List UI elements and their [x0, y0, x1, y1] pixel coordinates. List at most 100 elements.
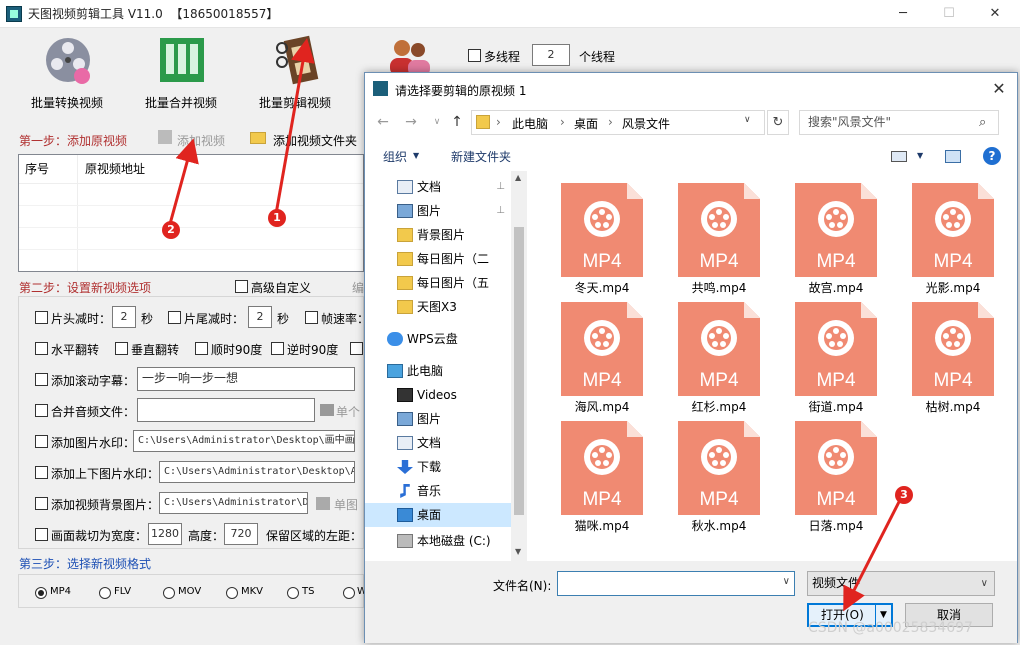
batch-cut-button[interactable]: 批量剪辑视频 — [240, 34, 350, 112]
file-item[interactable]: MP4 光影.mp4 — [898, 175, 1008, 295]
video-list-table[interactable]: 序号 原视频地址 — [18, 154, 364, 272]
filename-dropdown-icon[interactable]: ∨ — [783, 576, 790, 587]
nav-item[interactable]: 每日图片（二 — [365, 247, 511, 271]
image-watermark-path[interactable]: C:\Users\Administrator\Desktop\画中画 — [133, 430, 355, 452]
close-button[interactable]: ✕ — [972, 0, 1018, 28]
crop-checkbox[interactable] — [35, 528, 48, 541]
nav-scroll-thumb[interactable] — [514, 227, 524, 515]
merge-audio-checkbox[interactable] — [35, 404, 48, 417]
search-input[interactable]: 搜索"风景文件" — [799, 110, 999, 135]
file-item[interactable]: MP4 故宫.mp4 — [781, 175, 891, 295]
thread-count-input[interactable]: 2 — [532, 44, 570, 66]
nav-item-label: 音乐 — [417, 484, 442, 498]
nav-item[interactable]: 图片 — [365, 407, 511, 431]
nav-item[interactable]: 图片 ⊥ — [365, 199, 511, 223]
nav-item[interactable]: 背景图片 — [365, 223, 511, 247]
nav-item[interactable]: 每日图片（五 — [365, 271, 511, 295]
format-radio-ts[interactable] — [287, 587, 299, 599]
help-icon[interactable]: ? — [983, 147, 1001, 165]
nav-item[interactable]: 此电脑 — [365, 359, 511, 383]
nav-item[interactable]: WPS云盘 — [365, 327, 511, 351]
file-item[interactable]: MP4 枯树.mp4 — [898, 294, 1008, 414]
bg-image-checkbox[interactable] — [35, 497, 48, 510]
edit-button[interactable]: 编 — [352, 279, 364, 296]
forward-arrow-icon[interactable]: → — [401, 112, 421, 132]
nav-item[interactable]: 本地磁盘 (C:) — [365, 529, 511, 553]
file-item[interactable]: MP4 秋水.mp4 — [664, 413, 774, 533]
mp4-badge-text: MP4 — [699, 489, 739, 510]
head-cut-input[interactable]: 2 — [112, 306, 136, 328]
nav-item[interactable]: 文档 ⊥ — [365, 175, 511, 199]
frame-rate-checkbox[interactable] — [305, 311, 318, 324]
advanced-checkbox[interactable] — [235, 280, 248, 293]
scroll-up-icon[interactable]: ▲ — [515, 173, 521, 182]
breadcrumb-item[interactable]: 风景文件 — [622, 115, 670, 132]
format-radio-mkv[interactable] — [226, 587, 238, 599]
multithread-checkbox[interactable] — [468, 49, 481, 62]
nav-item[interactable]: 桌面 — [365, 503, 511, 527]
format-radio-flv[interactable] — [99, 587, 111, 599]
batch-convert-button[interactable]: 批量转换视频 — [12, 34, 122, 112]
format-radio-w[interactable] — [343, 587, 355, 599]
nav-item[interactable]: 下载 — [365, 455, 511, 479]
file-item[interactable]: MP4 猫咪.mp4 — [547, 413, 657, 533]
add-folder-button[interactable]: 添加视频文件夹 — [273, 132, 357, 149]
minimize-button[interactable]: ─ — [880, 0, 926, 28]
file-item[interactable]: MP4 街道.mp4 — [781, 294, 891, 414]
file-item[interactable]: MP4 日落.mp4 — [781, 413, 891, 533]
crop-height-input[interactable]: 720 — [224, 523, 258, 545]
scroll-down-icon[interactable]: ▼ — [515, 547, 521, 556]
organize-button[interactable]: 组织 — [383, 148, 407, 165]
file-item[interactable]: MP4 红杉.mp4 — [664, 294, 774, 414]
scroll-subtitle-checkbox[interactable] — [35, 373, 48, 386]
breadcrumb-item[interactable]: 桌面 — [574, 115, 598, 132]
add-video-button[interactable]: 添加视频 — [177, 132, 225, 149]
format-radio-mov[interactable] — [163, 587, 175, 599]
refresh-icon[interactable]: ↻ — [767, 110, 789, 135]
breadcrumb-item[interactable]: 此电脑 — [512, 115, 548, 132]
tail-cut-input[interactable]: 2 — [248, 306, 272, 328]
address-dropdown-icon[interactable]: ∨ — [744, 115, 751, 125]
maximize-button[interactable]: ☐ — [926, 0, 972, 28]
nav-scrollbar[interactable]: ▲ ▼ — [511, 171, 527, 561]
dialog-close-button[interactable]: ✕ — [987, 78, 1011, 100]
ccw90-checkbox[interactable] — [271, 342, 284, 355]
batch-merge-button[interactable]: 批量合并视频 — [126, 34, 236, 112]
scroll-subtitle-input[interactable]: 一步一响一步一想 — [137, 367, 355, 391]
up-arrow-icon[interactable]: ↑ — [447, 112, 467, 132]
nav-item[interactable]: Videos — [365, 383, 511, 407]
file-item[interactable]: MP4 海风.mp4 — [547, 294, 657, 414]
file-item[interactable]: MP4 共鸣.mp4 — [664, 175, 774, 295]
format-radio-mp4[interactable] — [35, 587, 47, 599]
filetype-select[interactable]: 视频文件 ∨ — [807, 571, 995, 596]
view-mode-icon[interactable] — [891, 151, 907, 162]
view-dropdown-icon[interactable]: ▼ — [917, 151, 923, 160]
hflip-checkbox[interactable] — [35, 342, 48, 355]
tail-cut-checkbox[interactable] — [168, 311, 181, 324]
picture-icon — [397, 204, 413, 218]
recent-dropdown-icon[interactable]: ∨ — [427, 112, 447, 132]
bg-image-path[interactable]: C:\Users\Administrator\D — [159, 492, 308, 514]
back-arrow-icon[interactable]: ← — [373, 112, 393, 132]
nav-item[interactable]: 文档 — [365, 431, 511, 455]
head-cut-checkbox[interactable] — [35, 311, 48, 324]
cw90-checkbox[interactable] — [195, 342, 208, 355]
nav-item-label: 每日图片（五 — [417, 276, 490, 290]
extra-checkbox[interactable] — [350, 342, 363, 355]
new-folder-button[interactable]: 新建文件夹 — [451, 148, 511, 165]
file-item[interactable]: MP4 冬天.mp4 — [547, 175, 657, 295]
vflip-checkbox[interactable] — [115, 342, 128, 355]
nav-item-label: 文档 — [417, 180, 442, 194]
address-bar[interactable]: › 此电脑 › 桌面 › 风景文件 ∨ — [471, 110, 765, 135]
updown-watermark-path[interactable]: C:\Users\Administrator\Desktop\A — [159, 461, 355, 483]
drive-icon — [397, 534, 413, 548]
nav-item[interactable]: 天图X3 — [365, 295, 511, 319]
filename-input[interactable]: ∨ — [557, 571, 795, 596]
image-watermark-checkbox[interactable] — [35, 435, 48, 448]
organize-dropdown-icon[interactable]: ▼ — [413, 151, 419, 160]
nav-item[interactable]: 音乐 — [365, 479, 511, 503]
preview-pane-icon[interactable] — [945, 150, 961, 163]
merge-audio-input[interactable] — [137, 398, 315, 422]
crop-width-input[interactable]: 1280 — [148, 523, 182, 545]
updown-watermark-checkbox[interactable] — [35, 466, 48, 479]
